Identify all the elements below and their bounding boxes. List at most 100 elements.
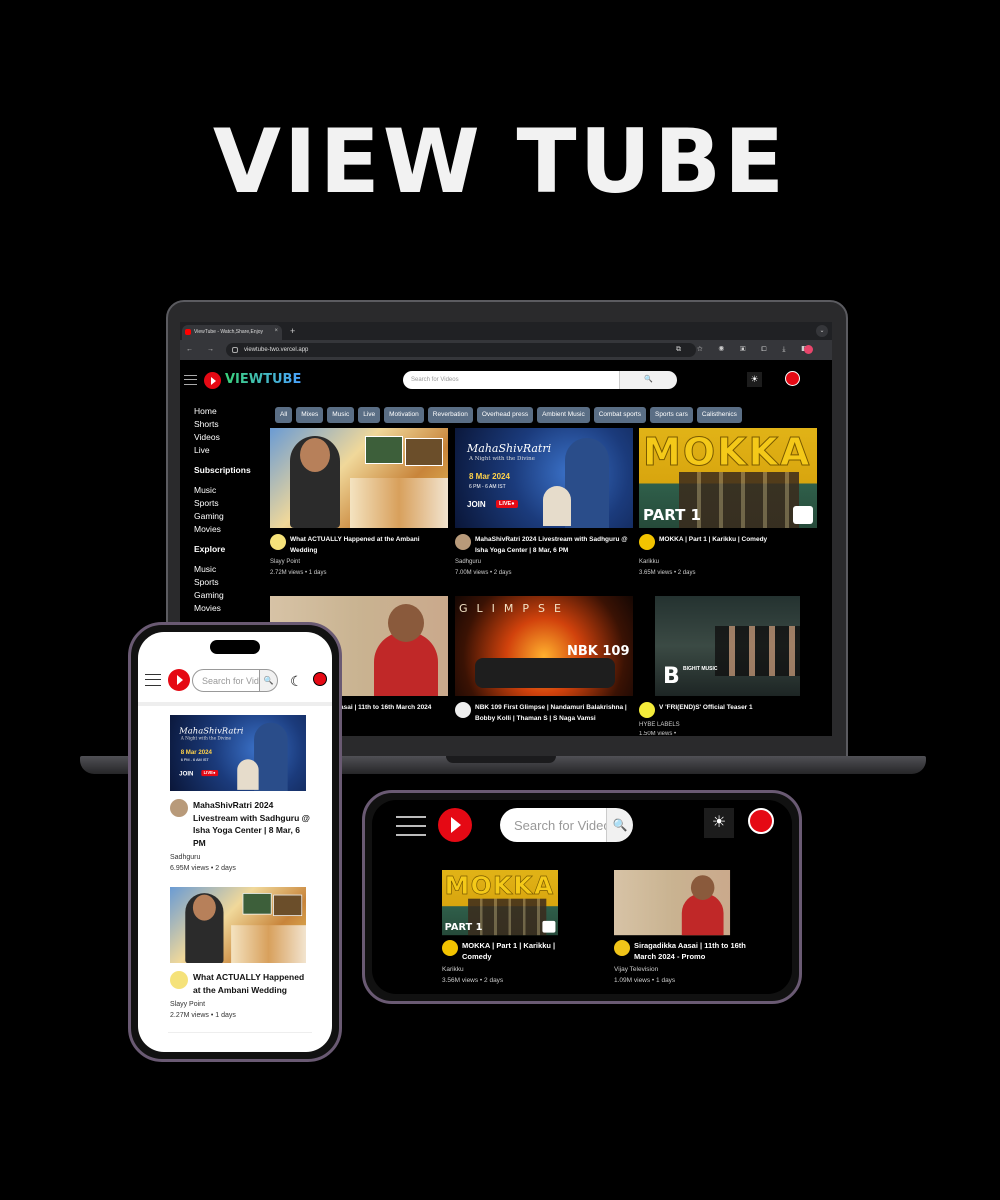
tab-menu-icon[interactable]: ⌄ [816, 325, 828, 337]
sidebar-item-explore-music[interactable]: Music [194, 564, 274, 577]
chip-calisthenics[interactable]: Calisthenics [696, 407, 742, 423]
channel-name[interactable]: Sadhguru [455, 559, 481, 565]
sidebar-item-movies[interactable]: Movies [194, 524, 274, 537]
video-card[interactable]: MahaShivRatri A Night with the Divine 8 … [170, 715, 310, 875]
search-button[interactable]: 🔍 [606, 808, 633, 842]
url-text: viewtube-two.vercel.app [244, 347, 309, 353]
video-title[interactable]: What ACTUALLY Happened at the Ambani Wed… [193, 971, 311, 996]
channel-name[interactable]: Karikku [639, 559, 659, 565]
chip-ambient-music[interactable]: Ambient Music [537, 407, 590, 423]
user-avatar-icon[interactable] [748, 808, 774, 834]
hamburger-menu-icon[interactable] [145, 674, 161, 686]
sidebar-item-explore-sports[interactable]: Sports [194, 577, 274, 590]
video-thumbnail[interactable]: MahaShivRatri A Night with the Divine 8 … [170, 715, 306, 791]
channel-name[interactable]: Slayy Point [270, 559, 300, 565]
chip-live[interactable]: Live [358, 407, 381, 423]
video-thumbnail[interactable]: GLIMPSE NBK 109 [455, 596, 633, 696]
sidebar-item-gaming[interactable]: Gaming [194, 511, 274, 524]
search-button[interactable]: 🔍 [619, 371, 677, 389]
sidebar-item-videos[interactable]: Videos [194, 432, 274, 445]
channel-name[interactable]: Sadhguru [170, 854, 200, 861]
sidebar-item-explore-gaming[interactable]: Gaming [194, 590, 274, 603]
video-thumbnail[interactable] [170, 887, 306, 963]
video-title[interactable]: V 'FRI(END)S' Official Teaser 1 [659, 702, 815, 713]
play-logo-icon[interactable] [168, 669, 190, 691]
upload-age: 1 days [308, 570, 327, 576]
new-tab-icon[interactable]: + [290, 326, 295, 336]
video-card[interactable]: MOKKA PART 1 MOKKA | Part 1 | Karikku | … [442, 870, 582, 990]
moon-icon[interactable]: ☾ [290, 673, 303, 690]
channel-avatar[interactable] [614, 940, 630, 956]
video-title[interactable]: MahaShivRatri 2024 Livestream with Sadhg… [193, 799, 311, 849]
channel-avatar[interactable] [455, 702, 471, 718]
chip-combat-sports[interactable]: Combat sports [593, 407, 646, 423]
channel-name[interactable]: Vijay Television [614, 966, 658, 973]
video-meta: 2.27M views • 1 days [170, 1012, 236, 1019]
channel-avatar[interactable] [170, 971, 188, 989]
phone-portrait-screen: Search for Videos 🔍 ☾ MahaShivRatri A Ni… [138, 632, 332, 1052]
video-title[interactable]: What ACTUALLY Happened at the Ambani Wed… [290, 534, 446, 556]
play-logo-icon[interactable] [204, 372, 221, 389]
thumb-text: 6 PM - 6 AM IST [180, 757, 209, 763]
chip-sports-cars[interactable]: Sports cars [649, 407, 693, 423]
video-title[interactable]: MahaShivRatri 2024 Livestream with Sadhg… [475, 534, 631, 556]
url-field[interactable]: viewtube-two.vercel.app [226, 343, 696, 357]
view-count: 3.56M views • [442, 977, 483, 984]
sidebar-item-home[interactable]: Home [194, 406, 274, 419]
chip-motivation[interactable]: Motivation [384, 407, 424, 423]
play-logo-icon[interactable] [438, 808, 472, 842]
sidebar-item-live[interactable]: Live [194, 445, 274, 458]
video-thumbnail[interactable] [614, 870, 732, 936]
chip-music[interactable]: Music [327, 407, 355, 423]
channel-avatar[interactable] [639, 534, 655, 550]
upload-age: 1 days [215, 1012, 236, 1019]
thumb-text: A Night with the Divine [469, 456, 535, 462]
sun-icon[interactable]: ☀ [747, 372, 762, 387]
video-thumbnail[interactable]: B BIGHIT MUSIC [655, 596, 800, 696]
browser-profile-icon[interactable] [804, 345, 813, 354]
video-title[interactable]: asai | 11th to 16th March 2024 [340, 702, 496, 713]
channel-avatar[interactable] [170, 799, 188, 817]
video-thumbnail[interactable]: MahaShivRatri A Night with the Divine 8 … [455, 428, 633, 528]
channel-avatar[interactable] [455, 534, 471, 550]
search-input[interactable]: Search for Videos [403, 371, 619, 389]
sun-icon[interactable]: ☀ [704, 808, 734, 838]
video-card[interactable]: Siragadikka Aasai | 11th to 16th March 2… [614, 870, 754, 990]
chip-all[interactable]: All [275, 407, 293, 423]
sidebar-item-music[interactable]: Music [194, 485, 274, 498]
search-input[interactable]: Search for Videos [500, 808, 606, 842]
hamburger-menu-icon[interactable] [396, 816, 426, 836]
sidebar-item-explore-movies[interactable]: Movies [194, 603, 274, 616]
channel-avatar[interactable] [442, 940, 458, 956]
sidebar-item-sports[interactable]: Sports [194, 498, 274, 511]
video-thumbnail[interactable] [270, 428, 448, 528]
chip-reverbation[interactable]: Reverbation [427, 407, 473, 423]
video-title[interactable]: MOKKA | Part 1 | Karikku | Comedy [659, 534, 815, 545]
video-card[interactable]: What ACTUALLY Happened at the Ambani Wed… [170, 887, 310, 1027]
search-button[interactable]: 🔍 [259, 669, 278, 692]
user-avatar-icon[interactable] [785, 371, 800, 386]
user-avatar-icon[interactable] [313, 672, 327, 686]
brand-name[interactable]: VIEWTUBE [225, 372, 301, 387]
extension-icons[interactable]: ⧉ ☆ ◉ ▣ ⧠ ⤓ ◧ [676, 346, 814, 354]
search-input[interactable]: Search for Videos [192, 669, 260, 692]
video-title[interactable]: NBK 109 First Glimpse | Nandamuri Balakr… [475, 702, 631, 724]
channel-avatar[interactable] [270, 534, 286, 550]
channel-avatar[interactable] [639, 702, 655, 718]
channel-name[interactable]: Slayy Point [170, 1001, 205, 1008]
close-tab-icon[interactable]: × [274, 328, 278, 334]
browser-tab[interactable]: ViewTube - Watch,Share,Enjoy × [182, 325, 282, 340]
channel-name[interactable]: Karikku [442, 966, 464, 973]
view-count: 7.00M views • [455, 570, 493, 576]
channel-name[interactable]: HYBE LABELS [639, 722, 680, 728]
video-thumbnail[interactable]: MOKKA PART 1 [639, 428, 817, 528]
chip-mixes[interactable]: Mixes [296, 407, 324, 423]
sidebar-item-shorts[interactable]: Shorts [194, 419, 274, 432]
site-info-icon[interactable] [232, 347, 238, 353]
video-title[interactable]: Siragadikka Aasai | 11th to 16th March 2… [634, 940, 754, 962]
video-thumbnail[interactable]: MOKKA PART 1 [442, 870, 558, 936]
video-meta: 1.09M views • 1 days [614, 977, 675, 984]
video-title[interactable]: MOKKA | Part 1 | Karikku | Comedy [462, 940, 582, 962]
hamburger-menu-icon[interactable] [184, 375, 197, 385]
chip-overhead-press[interactable]: Overhead press [476, 407, 534, 423]
